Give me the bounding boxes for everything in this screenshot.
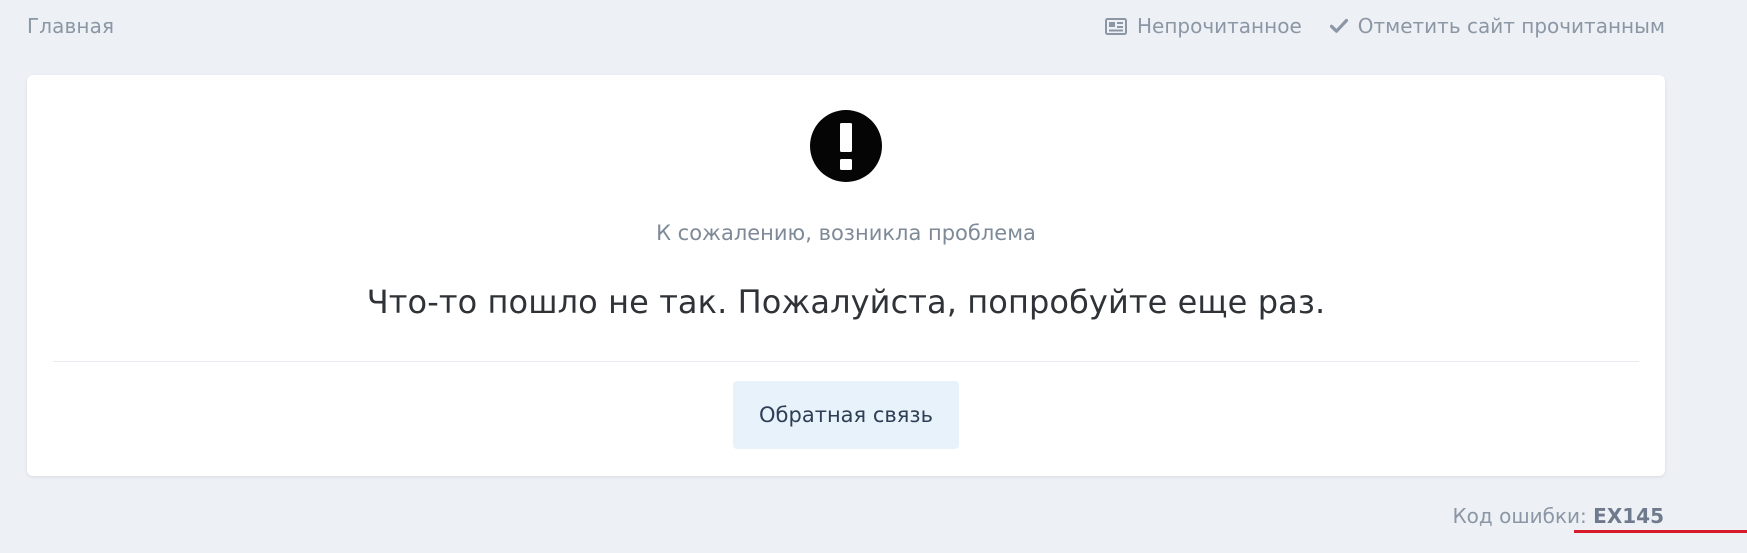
unread-label: Непрочитанное bbox=[1136, 14, 1302, 38]
error-card: К сожалению, возникла проблема Что-то по… bbox=[27, 75, 1665, 476]
newspaper-icon bbox=[1104, 17, 1127, 35]
breadcrumb-home[interactable]: Главная bbox=[27, 14, 114, 38]
mark-site-read-label: Отметить сайт прочитанным bbox=[1357, 14, 1665, 38]
feedback-button[interactable]: Обратная связь bbox=[733, 381, 959, 449]
error-code: Код ошибки: EX145 bbox=[1452, 504, 1664, 528]
annotation-underline bbox=[1574, 530, 1747, 533]
error-code-value: EX145 bbox=[1593, 504, 1664, 528]
top-actions: Непрочитанное Отметить сайт прочитанным bbox=[1104, 14, 1665, 38]
card-divider bbox=[53, 361, 1639, 362]
check-icon bbox=[1329, 18, 1348, 34]
error-subtitle: К сожалению, возникла проблема bbox=[656, 221, 1036, 245]
exclamation-circle-icon bbox=[809, 109, 883, 183]
error-code-label: Код ошибки: bbox=[1452, 504, 1587, 528]
unread-link[interactable]: Непрочитанное bbox=[1104, 14, 1302, 38]
error-page: Главная Непрочитанное Отметить сайт проч… bbox=[0, 0, 1747, 553]
error-message: Что-то пошло не так. Пожалуйста, попробу… bbox=[366, 283, 1326, 321]
mark-site-read-link[interactable]: Отметить сайт прочитанным bbox=[1329, 14, 1665, 38]
top-navigation: Главная Непрочитанное Отметить сайт проч… bbox=[27, 12, 1665, 40]
